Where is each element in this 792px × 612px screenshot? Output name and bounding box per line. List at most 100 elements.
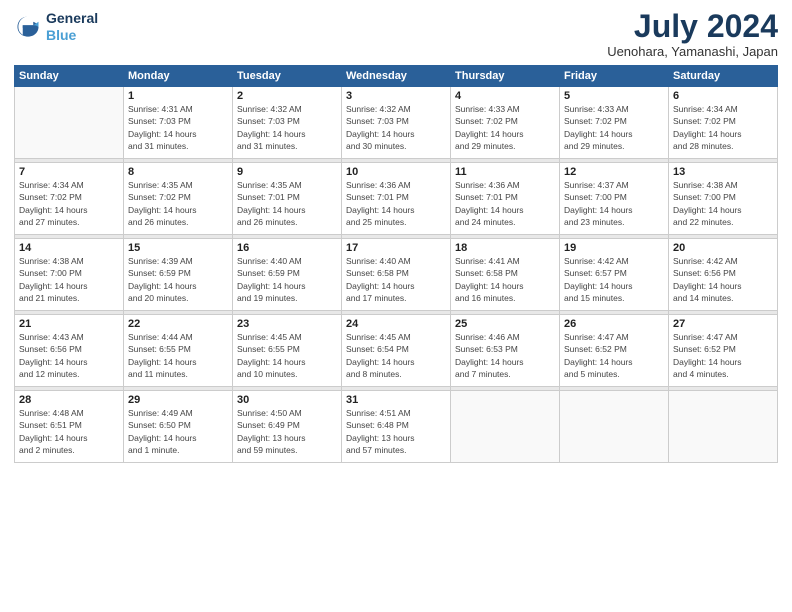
day-info: Sunrise: 4:43 AM Sunset: 6:56 PM Dayligh… (19, 331, 119, 380)
logo-line2: Blue (46, 27, 98, 44)
logo: General Blue (14, 10, 98, 44)
day-info: Sunrise: 4:31 AM Sunset: 7:03 PM Dayligh… (128, 103, 228, 152)
table-row: 17Sunrise: 4:40 AM Sunset: 6:58 PM Dayli… (342, 239, 451, 311)
header: General Blue July 2024 Uenohara, Yamanas… (14, 10, 778, 59)
table-row: 9Sunrise: 4:35 AM Sunset: 7:01 PM Daylig… (233, 163, 342, 235)
table-row: 3Sunrise: 4:32 AM Sunset: 7:03 PM Daylig… (342, 87, 451, 159)
title-area: July 2024 Uenohara, Yamanashi, Japan (607, 10, 778, 59)
day-number: 12 (564, 166, 664, 178)
table-row (15, 87, 124, 159)
table-row: 13Sunrise: 4:38 AM Sunset: 7:00 PM Dayli… (669, 163, 778, 235)
day-number: 21 (19, 318, 119, 330)
day-info: Sunrise: 4:42 AM Sunset: 6:56 PM Dayligh… (673, 255, 773, 304)
table-row: 7Sunrise: 4:34 AM Sunset: 7:02 PM Daylig… (15, 163, 124, 235)
day-info: Sunrise: 4:45 AM Sunset: 6:54 PM Dayligh… (346, 331, 446, 380)
logo-text: General Blue (46, 10, 98, 44)
col-wednesday: Wednesday (342, 66, 451, 87)
col-sunday: Sunday (15, 66, 124, 87)
table-row: 23Sunrise: 4:45 AM Sunset: 6:55 PM Dayli… (233, 315, 342, 387)
month-title: July 2024 (607, 10, 778, 42)
day-info: Sunrise: 4:45 AM Sunset: 6:55 PM Dayligh… (237, 331, 337, 380)
day-info: Sunrise: 4:32 AM Sunset: 7:03 PM Dayligh… (237, 103, 337, 152)
day-info: Sunrise: 4:35 AM Sunset: 7:02 PM Dayligh… (128, 179, 228, 228)
day-info: Sunrise: 4:42 AM Sunset: 6:57 PM Dayligh… (564, 255, 664, 304)
table-row: 25Sunrise: 4:46 AM Sunset: 6:53 PM Dayli… (451, 315, 560, 387)
day-info: Sunrise: 4:41 AM Sunset: 6:58 PM Dayligh… (455, 255, 555, 304)
calendar-header-row: Sunday Monday Tuesday Wednesday Thursday… (15, 66, 778, 87)
day-info: Sunrise: 4:36 AM Sunset: 7:01 PM Dayligh… (455, 179, 555, 228)
day-number: 27 (673, 318, 773, 330)
day-number: 13 (673, 166, 773, 178)
table-row: 11Sunrise: 4:36 AM Sunset: 7:01 PM Dayli… (451, 163, 560, 235)
table-row: 15Sunrise: 4:39 AM Sunset: 6:59 PM Dayli… (124, 239, 233, 311)
day-number: 24 (346, 318, 446, 330)
day-info: Sunrise: 4:44 AM Sunset: 6:55 PM Dayligh… (128, 331, 228, 380)
day-number: 19 (564, 242, 664, 254)
day-info: Sunrise: 4:39 AM Sunset: 6:59 PM Dayligh… (128, 255, 228, 304)
table-row: 14Sunrise: 4:38 AM Sunset: 7:00 PM Dayli… (15, 239, 124, 311)
day-number: 4 (455, 90, 555, 102)
day-number: 23 (237, 318, 337, 330)
day-number: 25 (455, 318, 555, 330)
day-number: 26 (564, 318, 664, 330)
day-number: 9 (237, 166, 337, 178)
table-row: 27Sunrise: 4:47 AM Sunset: 6:52 PM Dayli… (669, 315, 778, 387)
calendar-table: Sunday Monday Tuesday Wednesday Thursday… (14, 65, 778, 463)
day-number: 3 (346, 90, 446, 102)
day-number: 10 (346, 166, 446, 178)
table-row: 6Sunrise: 4:34 AM Sunset: 7:02 PM Daylig… (669, 87, 778, 159)
day-info: Sunrise: 4:34 AM Sunset: 7:02 PM Dayligh… (673, 103, 773, 152)
day-info: Sunrise: 4:50 AM Sunset: 6:49 PM Dayligh… (237, 407, 337, 456)
table-row: 26Sunrise: 4:47 AM Sunset: 6:52 PM Dayli… (560, 315, 669, 387)
day-number: 30 (237, 394, 337, 406)
day-number: 17 (346, 242, 446, 254)
week-row-1: 1Sunrise: 4:31 AM Sunset: 7:03 PM Daylig… (15, 87, 778, 159)
day-number: 2 (237, 90, 337, 102)
col-friday: Friday (560, 66, 669, 87)
col-monday: Monday (124, 66, 233, 87)
day-info: Sunrise: 4:32 AM Sunset: 7:03 PM Dayligh… (346, 103, 446, 152)
table-row: 10Sunrise: 4:36 AM Sunset: 7:01 PM Dayli… (342, 163, 451, 235)
day-info: Sunrise: 4:37 AM Sunset: 7:00 PM Dayligh… (564, 179, 664, 228)
week-row-2: 7Sunrise: 4:34 AM Sunset: 7:02 PM Daylig… (15, 163, 778, 235)
day-info: Sunrise: 4:49 AM Sunset: 6:50 PM Dayligh… (128, 407, 228, 456)
day-number: 6 (673, 90, 773, 102)
week-row-5: 28Sunrise: 4:48 AM Sunset: 6:51 PM Dayli… (15, 391, 778, 463)
col-thursday: Thursday (451, 66, 560, 87)
day-number: 31 (346, 394, 446, 406)
table-row: 5Sunrise: 4:33 AM Sunset: 7:02 PM Daylig… (560, 87, 669, 159)
table-row: 8Sunrise: 4:35 AM Sunset: 7:02 PM Daylig… (124, 163, 233, 235)
table-row (669, 391, 778, 463)
day-info: Sunrise: 4:38 AM Sunset: 7:00 PM Dayligh… (673, 179, 773, 228)
subtitle: Uenohara, Yamanashi, Japan (607, 44, 778, 59)
table-row: 19Sunrise: 4:42 AM Sunset: 6:57 PM Dayli… (560, 239, 669, 311)
day-info: Sunrise: 4:40 AM Sunset: 6:59 PM Dayligh… (237, 255, 337, 304)
day-info: Sunrise: 4:38 AM Sunset: 7:00 PM Dayligh… (19, 255, 119, 304)
week-row-4: 21Sunrise: 4:43 AM Sunset: 6:56 PM Dayli… (15, 315, 778, 387)
table-row: 31Sunrise: 4:51 AM Sunset: 6:48 PM Dayli… (342, 391, 451, 463)
table-row: 4Sunrise: 4:33 AM Sunset: 7:02 PM Daylig… (451, 87, 560, 159)
day-info: Sunrise: 4:47 AM Sunset: 6:52 PM Dayligh… (673, 331, 773, 380)
table-row: 21Sunrise: 4:43 AM Sunset: 6:56 PM Dayli… (15, 315, 124, 387)
day-info: Sunrise: 4:40 AM Sunset: 6:58 PM Dayligh… (346, 255, 446, 304)
day-number: 14 (19, 242, 119, 254)
day-info: Sunrise: 4:46 AM Sunset: 6:53 PM Dayligh… (455, 331, 555, 380)
day-number: 22 (128, 318, 228, 330)
table-row: 20Sunrise: 4:42 AM Sunset: 6:56 PM Dayli… (669, 239, 778, 311)
day-info: Sunrise: 4:36 AM Sunset: 7:01 PM Dayligh… (346, 179, 446, 228)
page: General Blue July 2024 Uenohara, Yamanas… (0, 0, 792, 612)
day-info: Sunrise: 4:51 AM Sunset: 6:48 PM Dayligh… (346, 407, 446, 456)
table-row: 16Sunrise: 4:40 AM Sunset: 6:59 PM Dayli… (233, 239, 342, 311)
table-row (560, 391, 669, 463)
day-number: 15 (128, 242, 228, 254)
table-row: 28Sunrise: 4:48 AM Sunset: 6:51 PM Dayli… (15, 391, 124, 463)
day-info: Sunrise: 4:35 AM Sunset: 7:01 PM Dayligh… (237, 179, 337, 228)
logo-line1: General (46, 10, 98, 27)
col-tuesday: Tuesday (233, 66, 342, 87)
day-number: 5 (564, 90, 664, 102)
week-row-3: 14Sunrise: 4:38 AM Sunset: 7:00 PM Dayli… (15, 239, 778, 311)
day-info: Sunrise: 4:33 AM Sunset: 7:02 PM Dayligh… (455, 103, 555, 152)
table-row: 24Sunrise: 4:45 AM Sunset: 6:54 PM Dayli… (342, 315, 451, 387)
logo-icon (14, 13, 42, 41)
table-row: 30Sunrise: 4:50 AM Sunset: 6:49 PM Dayli… (233, 391, 342, 463)
